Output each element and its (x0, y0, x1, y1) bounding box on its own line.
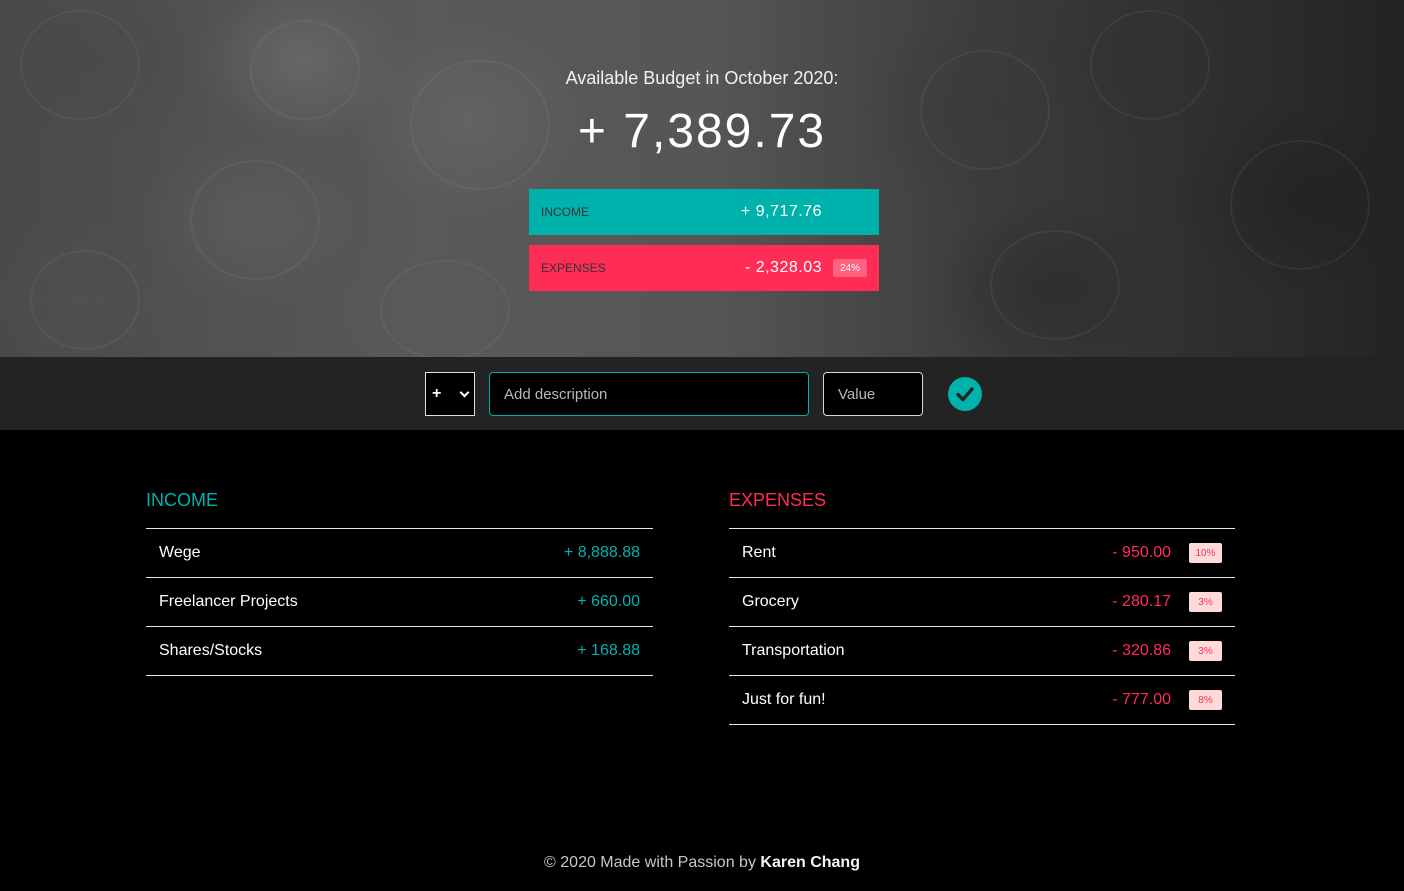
income-summary-label: INCOME (541, 205, 589, 219)
expense-item[interactable]: Grocery - 280.17 3% (729, 578, 1235, 627)
item-percentage-badge: 10% (1189, 543, 1222, 563)
income-item[interactable]: Wege + 8,888.88 (146, 529, 653, 578)
footer-text: © 2020 Made with Passion by (544, 854, 756, 871)
expenses-summary: EXPENSES - 2,328.03 24% (529, 245, 879, 291)
item-value: - 320.86 (1112, 642, 1171, 659)
income-item[interactable]: Freelancer Projects + 660.00 (146, 578, 653, 627)
item-description: Shares/Stocks (159, 642, 263, 659)
description-input[interactable] (489, 372, 809, 416)
add-item-button[interactable] (948, 377, 982, 411)
checkmark-icon (956, 387, 974, 402)
budget-title: Available Budget in October 2020: (565, 68, 839, 88)
expenses-percentage-badge: 24% (833, 259, 867, 277)
item-value: + 8,888.88 (563, 544, 640, 561)
income-item[interactable]: Shares/Stocks + 168.88 (146, 627, 653, 676)
expense-item[interactable]: Just for fun! - 777.00 8% (729, 676, 1235, 725)
value-input[interactable] (823, 372, 923, 416)
item-value: - 950.00 (1112, 544, 1171, 561)
income-list-title: INCOME (146, 490, 653, 529)
hero-banner: Available Budget in October 2020: + 7,38… (0, 0, 1404, 357)
item-description: Wege (159, 544, 201, 561)
hero-overlay (0, 0, 1404, 357)
chevron-down-icon (459, 387, 470, 397)
item-value: + 168.88 (577, 642, 640, 659)
expenses-summary-label: EXPENSES (541, 261, 606, 275)
add-item-bar: + (0, 357, 1404, 430)
income-summary-value: + 9,717.76 (740, 203, 822, 220)
item-percentage-badge: 3% (1189, 641, 1222, 661)
item-description: Transportation (742, 642, 845, 659)
item-description: Grocery (742, 593, 799, 610)
item-value: - 777.00 (1112, 691, 1171, 708)
budget-value: + 7,389.73 (577, 105, 827, 158)
footer: © 2020 Made with Passion by Karen Chang (0, 854, 1404, 872)
item-description: Freelancer Projects (159, 593, 298, 610)
footer-author: Karen Chang (760, 854, 860, 871)
item-percentage-badge: 3% (1189, 592, 1222, 612)
expenses-summary-value: - 2,328.03 (744, 259, 822, 276)
income-list: INCOME Wege + 8,888.88 Freelancer Projec… (146, 490, 653, 676)
item-value: - 280.17 (1112, 593, 1171, 610)
expenses-list-title: EXPENSES (729, 490, 1235, 529)
expenses-list: EXPENSES Rent - 950.00 10% Grocery - 280… (729, 490, 1235, 725)
item-description: Rent (742, 544, 776, 561)
type-select[interactable]: + (425, 372, 475, 416)
item-percentage-badge: 8% (1189, 690, 1222, 710)
item-description: Just for fun! (742, 691, 826, 708)
income-summary: INCOME + 9,717.76 (529, 189, 879, 235)
expense-item[interactable]: Transportation - 320.86 3% (729, 627, 1235, 676)
item-value: + 660.00 (577, 593, 640, 610)
expense-item[interactable]: Rent - 950.00 10% (729, 529, 1235, 578)
type-select-value: + (432, 385, 442, 402)
